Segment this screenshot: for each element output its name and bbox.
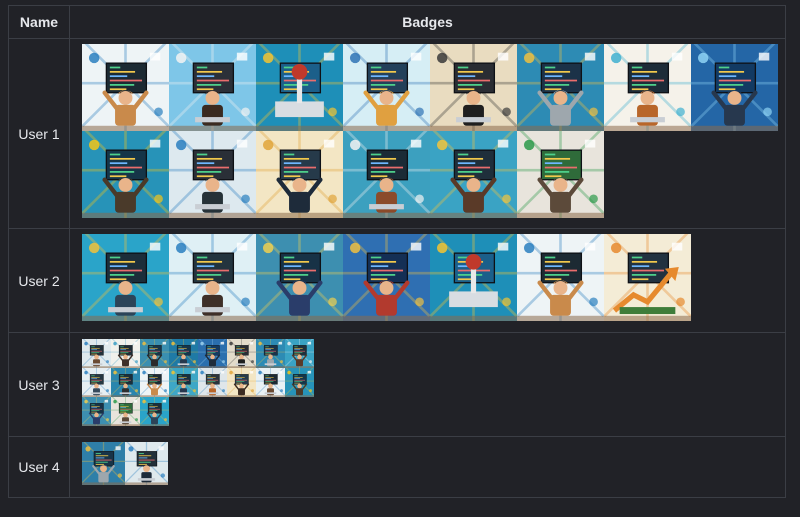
badge-image <box>169 131 256 218</box>
badge-image <box>343 44 430 131</box>
badge-image <box>82 442 125 485</box>
badge-image <box>111 397 140 426</box>
badge-image <box>125 442 168 485</box>
badge-image <box>430 131 517 218</box>
table-row: User 1 <box>8 38 786 229</box>
badge-image <box>256 234 343 321</box>
badge-image <box>169 368 198 397</box>
badges-cell <box>69 332 786 437</box>
badge-image <box>227 339 256 368</box>
badges-cell <box>69 436 786 498</box>
table-row: User 3 <box>8 332 786 437</box>
badge-image <box>604 234 691 321</box>
badge-image <box>169 339 198 368</box>
badge-grid <box>70 39 778 218</box>
badges-table-container: Name Badges User 1 User 2 User 3 User 4 <box>8 5 786 498</box>
badges-table: Name Badges User 1 User 2 User 3 User 4 <box>8 5 786 498</box>
badge-image <box>517 44 604 131</box>
badge-image <box>198 368 227 397</box>
badge-image <box>285 368 314 397</box>
badge-image <box>517 131 604 218</box>
badge-image <box>111 368 140 397</box>
badge-image <box>343 234 430 321</box>
badge-image <box>256 44 343 131</box>
badge-image <box>169 234 256 321</box>
badge-image <box>82 131 169 218</box>
badge-image <box>140 339 169 368</box>
user-name-cell: User 1 <box>8 38 70 229</box>
user-name-cell: User 3 <box>8 332 70 437</box>
column-header-badges: Badges <box>69 5 786 39</box>
table-row: User 2 <box>8 228 786 333</box>
badge-image <box>82 339 111 368</box>
badge-image <box>285 339 314 368</box>
badge-image <box>430 234 517 321</box>
table-row: User 4 <box>8 436 786 498</box>
badges-cell <box>69 38 786 229</box>
column-header-name: Name <box>8 5 70 39</box>
badges-cell <box>69 228 786 333</box>
badge-image <box>256 339 285 368</box>
badge-image <box>256 368 285 397</box>
badge-image <box>140 368 169 397</box>
table-header-row: Name Badges <box>8 5 786 39</box>
badge-grid <box>70 333 316 426</box>
user-name-cell: User 2 <box>8 228 70 333</box>
badge-image <box>343 131 430 218</box>
badge-image <box>140 397 169 426</box>
badge-image <box>517 234 604 321</box>
badge-grid <box>70 437 178 485</box>
badge-image <box>227 368 256 397</box>
badge-image <box>256 131 343 218</box>
badge-image <box>82 397 111 426</box>
badge-image <box>82 44 169 131</box>
badge-image <box>111 339 140 368</box>
badge-grid <box>70 229 778 321</box>
badge-image <box>82 234 169 321</box>
badge-image <box>169 44 256 131</box>
badge-image <box>198 339 227 368</box>
badge-image <box>604 44 691 131</box>
user-name-cell: User 4 <box>8 436 70 498</box>
badge-image <box>430 44 517 131</box>
badge-image <box>82 368 111 397</box>
badge-image <box>691 44 778 131</box>
